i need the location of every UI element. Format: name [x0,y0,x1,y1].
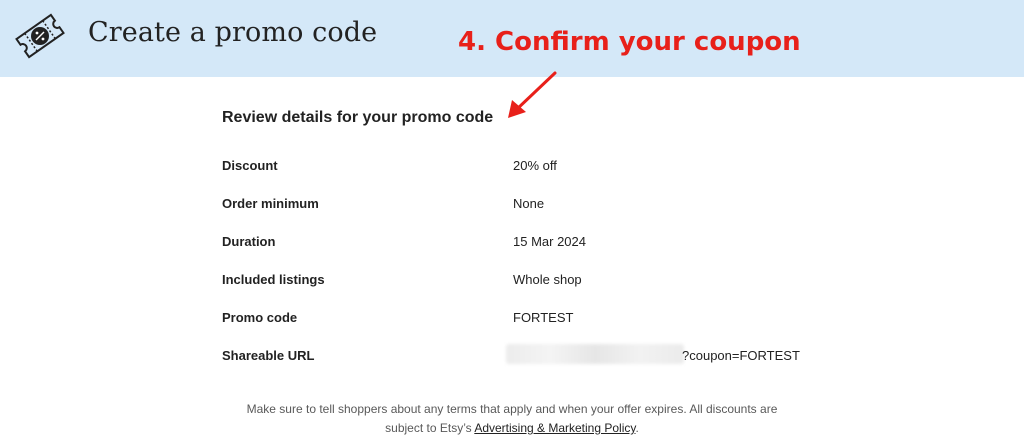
footer-note-line2-prefix: subject to Etsy’s [385,421,472,435]
included-listings-label: Included listings [222,272,325,287]
promo-code-value: FORTEST [513,310,574,325]
red-arrow-icon [508,71,557,118]
order-minimum-label: Order minimum [222,196,319,211]
redacted-url-block [506,344,684,364]
coupon-ticket-icon [15,13,65,59]
order-minimum-value: None [513,196,545,211]
promo-code-label: Promo code [222,310,298,325]
footer-note: Make sure to tell shoppers about any ter… [200,400,824,438]
duration-label: Duration [222,234,276,249]
step-annotation: 4. Confirm your coupon [458,27,801,57]
page-title: Create a promo code [88,17,378,48]
footer-note-line2-suffix: . [635,421,639,435]
duration-value: 15 Mar 2024 [513,234,586,249]
shareable-url-value: ?coupon=FORTEST [682,348,800,363]
included-listings-value: Whole shop [513,272,582,287]
discount-value: 20% off [513,158,557,173]
advertising-policy-link[interactable]: Advertising & Marketing Policy [474,421,635,435]
shareable-url-label: Shareable URL [222,348,315,363]
footer-note-line1: Make sure to tell shoppers about any ter… [246,402,778,416]
review-title: Review details for your promo code [222,109,494,126]
discount-label: Discount [222,158,278,173]
